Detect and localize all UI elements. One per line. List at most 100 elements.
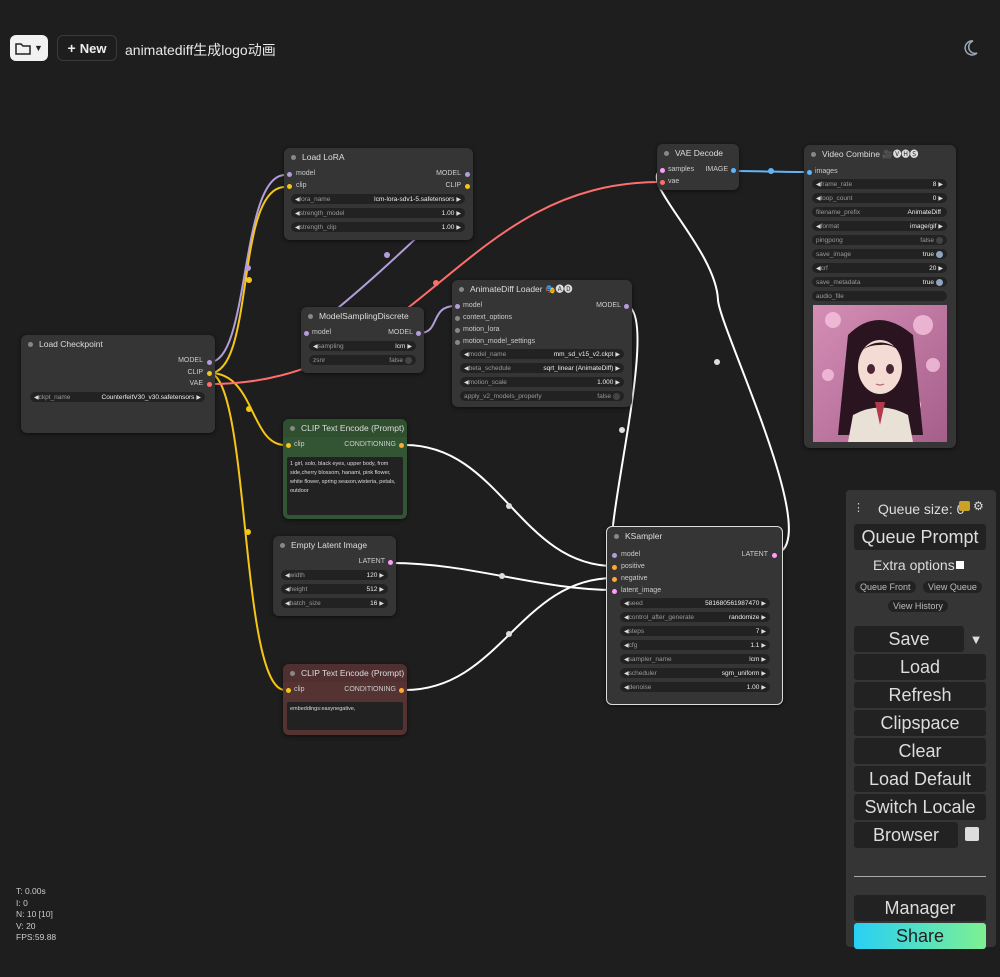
widget-lora-name[interactable]: ◀ lora_name lcm-lora-sdv1-5.safetensors ▶ xyxy=(291,194,465,204)
collapse-dot-icon[interactable] xyxy=(811,151,816,157)
socket-dot[interactable] xyxy=(287,184,292,189)
widget-scheduler[interactable]: ◀ scheduler sgm_uniform ▶ xyxy=(620,668,770,678)
socket-dot[interactable] xyxy=(465,184,470,189)
collapse-dot-icon[interactable] xyxy=(290,670,295,676)
socket-dot[interactable] xyxy=(416,331,421,336)
socket-dot[interactable] xyxy=(455,340,460,345)
widget-control-after-generate[interactable]: ◀ control_after_generate randomize ▶ xyxy=(620,612,770,622)
widget-cfg[interactable]: ◀ cfg 1.1 ▶ xyxy=(620,640,770,650)
manager-button[interactable]: Manager xyxy=(854,895,986,921)
workflow-folder-button[interactable]: ▼ xyxy=(10,35,48,61)
arrow-right-icon[interactable]: ▶ xyxy=(938,195,943,202)
node-header[interactable]: Empty Latent Image xyxy=(273,536,396,554)
new-workflow-button[interactable]: + New xyxy=(57,35,117,61)
floppy-disk-icon[interactable] xyxy=(965,827,979,841)
node-load-checkpoint[interactable]: Load Checkpoint MODEL CLIP VAE ◀ ckpt_nam… xyxy=(21,335,215,433)
widget-motion-scale[interactable]: ◀ motion_scale 1.000 ▶ xyxy=(460,377,624,387)
save-button[interactable]: Save xyxy=(854,626,964,652)
arrow-right-icon[interactable]: ▶ xyxy=(938,181,943,188)
socket-dot[interactable] xyxy=(455,328,460,333)
widget-height[interactable]: ◀ height 512 ▶ xyxy=(281,584,388,594)
arrow-right-icon[interactable]: ▶ xyxy=(761,670,766,677)
socket-dot[interactable] xyxy=(660,180,665,185)
save-dropdown-chevron-icon[interactable]: ▼ xyxy=(966,627,986,651)
collapse-dot-icon[interactable] xyxy=(280,542,285,548)
toggle-off-icon[interactable] xyxy=(936,236,943,244)
socket-dot[interactable] xyxy=(207,371,212,376)
socket-dot[interactable] xyxy=(465,172,470,177)
node-header[interactable]: AnimateDiff Loader 🎭🅐🅓 xyxy=(452,280,632,298)
arrow-right-icon[interactable]: ▶ xyxy=(938,223,943,230)
refresh-button[interactable]: Refresh xyxy=(854,682,986,708)
socket-dot[interactable] xyxy=(286,443,291,448)
socket-dot[interactable] xyxy=(399,443,404,448)
widget-crf[interactable]: ◀ crf 20 ▶ xyxy=(812,263,947,273)
node-model-sampling-discrete[interactable]: ModelSamplingDiscrete model MODEL ◀ sampl… xyxy=(301,307,424,373)
arrow-right-icon[interactable]: ▶ xyxy=(938,265,943,272)
arrow-right-icon[interactable]: ▶ xyxy=(761,642,766,649)
arrow-right-icon[interactable]: ▶ xyxy=(615,365,620,372)
node-video-combine[interactable]: Video Combine 🎥🅥🅗🅢 images ◀ frame_rate 8 ▶ … xyxy=(804,145,956,448)
load-button[interactable]: Load xyxy=(854,654,986,680)
gear-icon[interactable]: ⚙ xyxy=(973,499,984,513)
widget-filename-prefix[interactable]: filename_prefix AnimateDiff xyxy=(812,207,947,217)
widget-pingpong-toggle[interactable]: pingpong false xyxy=(812,235,947,245)
switch-locale-button[interactable]: Switch Locale xyxy=(854,794,986,820)
arrow-right-icon[interactable]: ▶ xyxy=(761,656,766,663)
collapse-dot-icon[interactable] xyxy=(459,286,464,292)
node-header[interactable]: CLIP Text Encode (Prompt) xyxy=(283,664,407,682)
arrow-right-icon[interactable]: ▶ xyxy=(196,394,201,401)
socket-dot[interactable] xyxy=(207,360,212,365)
widget-model-name[interactable]: ◀ model_name mm_sd_v15_v2.ckpt ▶ xyxy=(460,349,624,359)
arrow-right-icon[interactable]: ▶ xyxy=(761,614,766,621)
queue-prompt-button[interactable]: Queue Prompt xyxy=(854,524,986,550)
arrow-right-icon[interactable]: ▶ xyxy=(379,586,384,593)
widget-strength-model[interactable]: ◀ strength_model 1.00 ▶ xyxy=(291,208,465,218)
image-icon[interactable] xyxy=(959,501,970,511)
arrow-right-icon[interactable]: ▶ xyxy=(615,351,620,358)
browser-button[interactable]: Browser xyxy=(854,822,958,848)
widget-save-image-toggle[interactable]: save_image true xyxy=(812,249,947,259)
extra-options-checkbox[interactable] xyxy=(955,561,964,569)
node-header[interactable]: ModelSamplingDiscrete xyxy=(301,307,424,325)
socket-dot[interactable] xyxy=(624,304,629,309)
node-clip-text-encode-negative[interactable]: CLIP Text Encode (Prompt) clip CONDITION… xyxy=(283,664,407,735)
widget-loop-count[interactable]: ◀ loop_count 0 ▶ xyxy=(812,193,947,203)
socket-dot[interactable] xyxy=(455,304,460,309)
arrow-right-icon[interactable]: ▶ xyxy=(456,224,461,231)
node-ksampler[interactable]: KSampler model positive negative latent_… xyxy=(606,526,783,705)
widget-sampler-name[interactable]: ◀ sampler_name lcm ▶ xyxy=(620,654,770,664)
socket-dot[interactable] xyxy=(207,382,212,387)
share-button[interactable]: Share xyxy=(854,923,986,949)
widget-save-metadata-toggle[interactable]: save_metadata true xyxy=(812,277,947,287)
prompt-textarea[interactable]: embeddings:easynegative, xyxy=(287,702,403,730)
widget-frame-rate[interactable]: ◀ frame_rate 8 ▶ xyxy=(812,179,947,189)
node-clip-text-encode-positive[interactable]: CLIP Text Encode (Prompt) clip CONDITION… xyxy=(283,419,407,519)
toggle-off-icon[interactable] xyxy=(405,356,412,364)
node-header[interactable]: VAE Decode xyxy=(657,144,739,162)
load-default-button[interactable]: Load Default xyxy=(854,766,986,792)
socket-dot[interactable] xyxy=(612,577,617,582)
node-header[interactable]: KSampler xyxy=(607,527,782,545)
socket-dot[interactable] xyxy=(304,331,309,336)
widget-ckpt-name[interactable]: ◀ ckpt_name CounterfeitV30_v30.safetensors… xyxy=(30,392,205,402)
toggle-off-icon[interactable] xyxy=(613,392,620,400)
socket-dot[interactable] xyxy=(287,172,292,177)
widget-seed[interactable]: ◀ seed 581680561987470 ▶ xyxy=(620,598,770,608)
node-header[interactable]: Load Checkpoint xyxy=(21,335,215,353)
widget-zsnr-toggle[interactable]: zsnr false xyxy=(309,355,416,365)
widget-audio-file[interactable]: audio_file xyxy=(812,291,947,301)
socket-dot[interactable] xyxy=(612,565,617,570)
socket-dot[interactable] xyxy=(660,168,665,173)
prompt-textarea[interactable]: 1 girl, solo, black eyes, upper body, fr… xyxy=(287,457,403,515)
widget-strength-clip[interactable]: ◀ strength_clip 1.00 ▶ xyxy=(291,222,465,232)
widget-sampling[interactable]: ◀ sampling lcm ▶ xyxy=(309,341,416,351)
node-load-lora[interactable]: Load LoRA model clip MODEL CLIP ◀ lora_na… xyxy=(284,148,473,240)
clipspace-button[interactable]: Clipspace xyxy=(854,710,986,736)
collapse-dot-icon[interactable] xyxy=(308,313,313,319)
arrow-right-icon[interactable]: ▶ xyxy=(761,600,766,607)
socket-dot[interactable] xyxy=(399,688,404,693)
arrow-right-icon[interactable]: ▶ xyxy=(456,196,461,203)
arrow-right-icon[interactable]: ▶ xyxy=(407,343,412,350)
arrow-right-icon[interactable]: ▶ xyxy=(456,210,461,217)
